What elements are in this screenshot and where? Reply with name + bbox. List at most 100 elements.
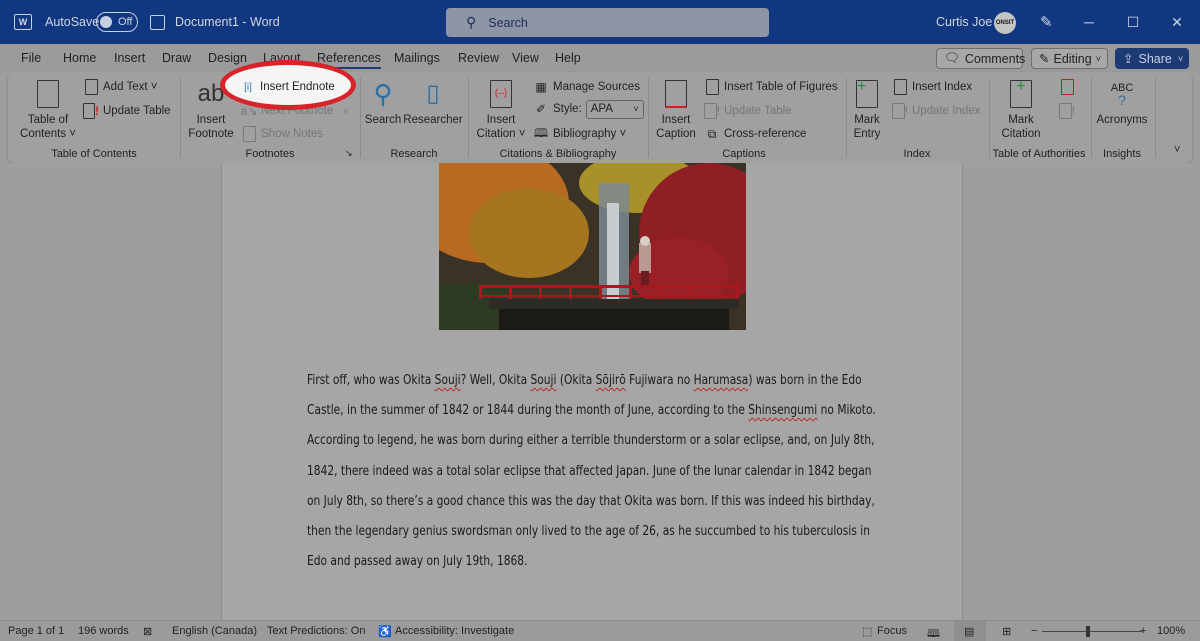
misspelled-word[interactable]: Souji xyxy=(531,373,557,388)
share-button[interactable]: ⇪ Share ˅ xyxy=(1115,48,1189,69)
tab-review[interactable]: Review xyxy=(458,51,499,65)
toggle-knob xyxy=(100,16,112,28)
accessibility-icon: ♿ xyxy=(378,626,392,638)
tab-draw[interactable]: Draw xyxy=(162,51,191,65)
group-label-captions: Captions xyxy=(722,148,766,160)
add-text-button[interactable]: Add Text ˅ xyxy=(83,78,157,96)
mark-citation-button[interactable]: + Mark Citation xyxy=(998,78,1044,141)
designer-pen-icon[interactable]: ✎ xyxy=(1040,0,1053,44)
ribbon-tabs: File Home Insert Draw Design Layout Refe… xyxy=(0,44,1200,72)
researcher-button[interactable]: ▯ Researcher xyxy=(403,78,462,127)
language[interactable]: English (Canada) xyxy=(172,625,257,637)
tab-file[interactable]: File xyxy=(21,51,41,65)
citation-style-select[interactable]: APA ˅ xyxy=(585,99,644,119)
update-index-button[interactable]: ! Update Index xyxy=(892,102,980,120)
group-separator xyxy=(1091,78,1092,158)
insert-endnote-icon: [i] xyxy=(244,81,252,93)
insert-caption-button[interactable]: Insert Caption xyxy=(653,78,699,141)
zoom-slider-thumb[interactable] xyxy=(1086,626,1090,637)
tab-design[interactable]: Design xyxy=(208,51,247,65)
web-layout-icon[interactable]: ⊞ xyxy=(1002,625,1011,638)
update-table-figures-label: Update Table xyxy=(724,105,792,117)
citation-style: ✐ Style: APA ˅ xyxy=(533,99,644,119)
misspelled-word[interactable]: Souji xyxy=(435,373,461,388)
mark-citation-line1: Mark xyxy=(1008,114,1034,126)
group-label-insights: Insights xyxy=(1103,148,1141,160)
insert-index-label: Insert Index xyxy=(912,81,973,93)
insert-table-of-authorities-button[interactable] xyxy=(1059,78,1079,96)
maximize-button[interactable]: ☐ xyxy=(1110,0,1156,44)
zoom-in-button[interactable]: + xyxy=(1140,625,1146,637)
focus-mode-button[interactable]: Focus xyxy=(877,625,907,637)
close-button[interactable]: ✕ xyxy=(1154,0,1200,44)
avatar[interactable]: ONSIT xyxy=(994,12,1016,34)
group-separator xyxy=(648,78,649,158)
misspelled-word[interactable]: Shinsengumi xyxy=(748,403,817,418)
tab-help[interactable]: Help xyxy=(555,51,581,65)
text-predictions[interactable]: Text Predictions: On xyxy=(267,625,365,637)
acronyms-icon: ABC ? xyxy=(1110,82,1134,108)
insert-citation-button[interactable]: (–) Insert Citation ˅ xyxy=(473,78,529,141)
group-separator xyxy=(360,78,361,158)
group-separator xyxy=(846,78,847,158)
mark-citation-line2: Citation xyxy=(1001,128,1041,140)
tab-home[interactable]: Home xyxy=(63,51,96,65)
insert-endnote-button[interactable]: [i] Insert Endnote xyxy=(240,78,335,96)
misspelled-word[interactable]: Sōjirō xyxy=(596,373,626,388)
editing-mode-button[interactable]: ✎ Editing ˅ xyxy=(1031,48,1108,69)
manage-sources-button[interactable]: ▦ Manage Sources xyxy=(533,78,640,96)
read-mode-icon[interactable]: 🕮 xyxy=(927,625,940,641)
footnotes-dialog-launcher-icon[interactable]: ↘ xyxy=(345,148,353,159)
autosave-toggle[interactable]: Off xyxy=(96,12,138,32)
tab-insert[interactable]: Insert xyxy=(114,51,145,65)
collapse-ribbon-chevron-icon[interactable]: ˅ xyxy=(1174,144,1180,156)
search-input[interactable]: ⚲ Search xyxy=(446,8,769,37)
tab-mailings[interactable]: Mailings xyxy=(394,51,440,65)
table-of-contents-button[interactable]: Table of Contents ˅ xyxy=(20,78,76,141)
group-separator xyxy=(468,78,469,158)
insert-index-icon xyxy=(892,79,908,95)
insert-index-button[interactable]: Insert Index xyxy=(892,78,972,96)
page-count[interactable]: Page 1 of 1 xyxy=(8,625,64,637)
mark-entry-button[interactable]: + Mark Entry xyxy=(848,78,886,141)
save-icon[interactable] xyxy=(150,15,165,30)
search-label: Search xyxy=(364,114,402,126)
group-label-toc: Table of Contents xyxy=(51,148,137,160)
insert-citation-icon: (–) xyxy=(484,78,518,110)
insert-footnote-line1: Insert xyxy=(196,114,226,126)
update-table-of-figures-button[interactable]: ! Update Table xyxy=(704,102,792,120)
accessibility-status[interactable]: Accessibility: Investigate xyxy=(395,625,514,637)
word-count[interactable]: 196 words xyxy=(78,625,129,637)
update-table-icon: ! xyxy=(704,103,720,119)
comments-button[interactable]: 🗨 Comments xyxy=(936,48,1025,69)
comment-icon: 🗨 xyxy=(944,51,960,65)
status-bar: Page 1 of 1 196 words ⊠ English (Canada)… xyxy=(0,620,1200,641)
zoom-slider-track[interactable] xyxy=(1042,631,1142,632)
insert-table-of-figures-button[interactable]: Insert Table of Figures xyxy=(704,78,838,96)
document-body-text[interactable]: First off, who was Okita Souji? Well, Ok… xyxy=(307,366,881,577)
chevron-down-icon: ˅ xyxy=(1095,53,1101,64)
toc-label-line1: Table of xyxy=(27,114,69,126)
user-name[interactable]: Curtis Joe xyxy=(936,0,992,44)
bibliography-button[interactable]: 🕮 Bibliography ˅ xyxy=(533,125,626,143)
group-separator xyxy=(180,78,181,158)
toc-label-line2: Contents ˅ xyxy=(20,128,76,140)
insert-endnote-label: Insert Endnote xyxy=(260,81,335,93)
insert-caption-icon xyxy=(659,78,693,110)
search-info-icon: ⚲ xyxy=(373,79,393,109)
cross-reference-button[interactable]: ⧉ Cross-reference xyxy=(704,125,807,143)
tab-view[interactable]: View xyxy=(512,51,539,65)
zoom-level[interactable]: 100% xyxy=(1157,625,1185,637)
mark-entry-icon: + xyxy=(850,78,884,110)
minimize-button[interactable]: ─ xyxy=(1066,0,1112,44)
update-table-of-authorities-button[interactable]: ! xyxy=(1059,102,1079,120)
zoom-out-button[interactable]: − xyxy=(1031,625,1037,637)
search-button[interactable]: ⚲ Search xyxy=(364,78,402,127)
misspelled-word[interactable]: Harumasa xyxy=(694,373,749,388)
update-table-button[interactable]: ! Update Table xyxy=(83,102,171,120)
show-notes-button[interactable]: Show Notes xyxy=(241,125,323,143)
document-image[interactable] xyxy=(439,163,746,330)
acronyms-button[interactable]: ABC ? Acronyms xyxy=(1096,78,1148,127)
proofing-icon[interactable]: ⊠ xyxy=(143,625,152,638)
text-run: no Mikoto. According to legend, he was b… xyxy=(307,403,876,570)
